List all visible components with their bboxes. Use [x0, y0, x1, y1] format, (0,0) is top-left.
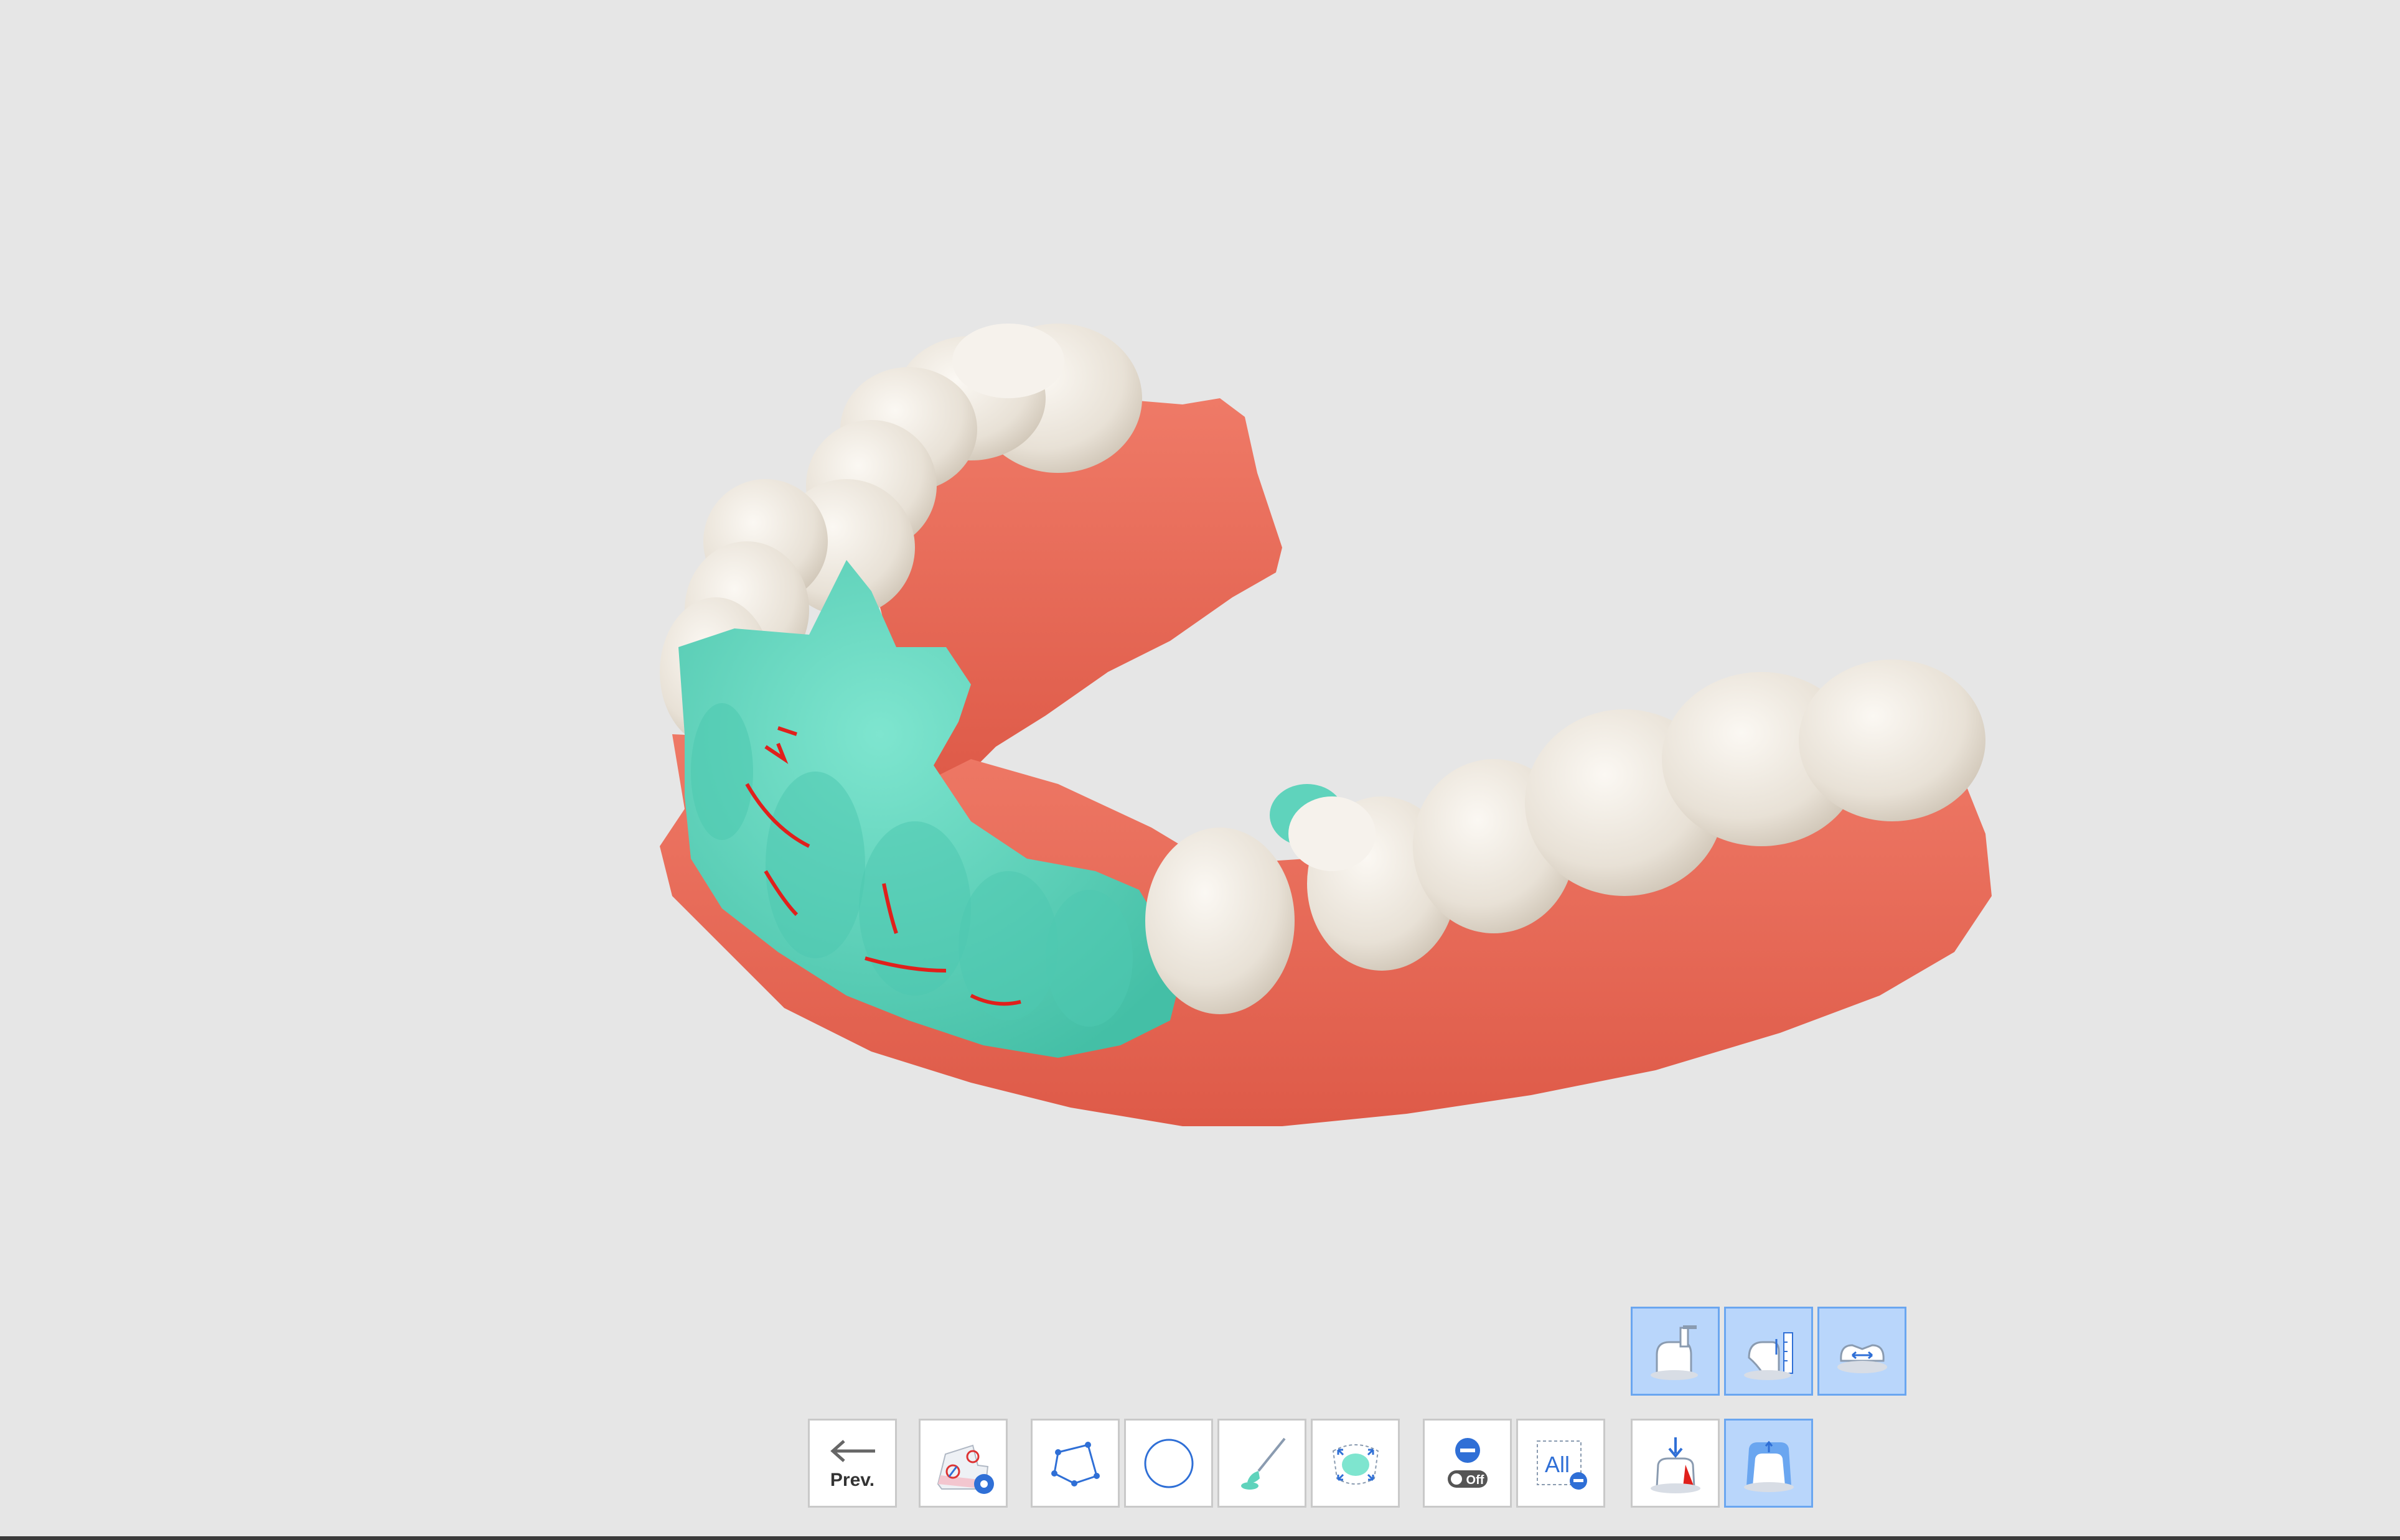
- circle-select-button[interactable]: [1124, 1419, 1213, 1508]
- insertion-direction-icon: [1650, 1437, 1700, 1493]
- block-out-button[interactable]: [1631, 1307, 1720, 1396]
- all-label: All: [1544, 1452, 1569, 1477]
- height-adjust-button[interactable]: [1724, 1307, 1813, 1396]
- offset-icon: [1743, 1440, 1794, 1492]
- brush-select-button[interactable]: [1217, 1419, 1306, 1508]
- block-out-icon: [1650, 1325, 1698, 1380]
- prev-label: Prev.: [830, 1470, 875, 1490]
- off-label: Off: [1466, 1473, 1484, 1487]
- height-adjust-icon: [1743, 1332, 1793, 1380]
- insertion-direction-button[interactable]: [1631, 1419, 1720, 1508]
- offset-button[interactable]: [1724, 1419, 1813, 1508]
- arrow-left-icon: [830, 1439, 875, 1462]
- deselect-toggle-button[interactable]: Off: [1423, 1419, 1512, 1508]
- polygon-icon: [1051, 1441, 1100, 1486]
- circle-icon: [1144, 1439, 1193, 1488]
- scan-settings-icon: [937, 1444, 994, 1494]
- dental-arch-model[interactable]: [0, 0, 2400, 1540]
- settings-button[interactable]: [919, 1419, 1008, 1508]
- minus-off-icon: Off: [1447, 1437, 1488, 1488]
- all-minus-icon: All: [1536, 1440, 1587, 1490]
- bottom-edge: [0, 1536, 2400, 1540]
- width-adjust-button[interactable]: [1817, 1307, 1906, 1396]
- polyline-select-button[interactable]: [1031, 1419, 1120, 1508]
- width-adjust-icon: [1837, 1343, 1887, 1373]
- deselect-all-button[interactable]: All: [1516, 1419, 1605, 1508]
- brush-icon: [1240, 1437, 1286, 1490]
- prev-button[interactable]: Prev.: [808, 1419, 897, 1508]
- 3d-viewport[interactable]: Prev. Off All: [0, 0, 2400, 1540]
- expand-select-button[interactable]: [1311, 1419, 1400, 1508]
- expand-selection-icon: [1332, 1444, 1379, 1485]
